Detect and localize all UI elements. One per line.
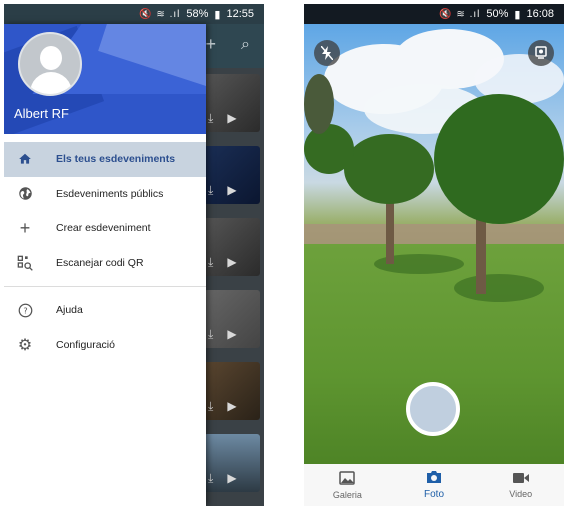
signal-icons: 🔇 ≋ .ıl [439, 8, 481, 20]
user-name: Albert RF [14, 106, 69, 121]
menu-item-label: Els teus esdeveniments [56, 153, 176, 166]
download-icon[interactable]: ⤓ [208, 255, 213, 270]
menu-item-public-events[interactable]: Esdeveniments públics [4, 177, 206, 212]
tab-label: Video [509, 489, 533, 499]
download-icon[interactable]: ⤓ [208, 111, 213, 126]
tab-label: Galeria [332, 489, 362, 500]
camera-mode-nav: Galeria Foto Video [304, 464, 564, 506]
tab-photo[interactable]: Foto [391, 464, 478, 506]
play-icon[interactable]: ▶ [227, 471, 236, 486]
left-phone-screen: 🔇 ≋ .ıl 58% ▮ 12:55 + ⌕ ⤓ ▶ ⤓ ▶ ⤓ ▶ ⤓ ▶ ⤓ ▶ ⤓… [4, 4, 264, 506]
shutter-button[interactable] [406, 382, 460, 436]
menu-item-label: Escanejar codi QR [56, 256, 144, 269]
globe-icon [16, 185, 34, 203]
status-bar: 🔇 ≋ .ıl 58% ▮ 12:55 [4, 4, 264, 24]
home-icon [16, 150, 34, 168]
camera-icon [426, 470, 442, 487]
menu-item-label: Ajuda [56, 304, 83, 317]
event-thumbnail[interactable]: ⤓ ▶ [204, 146, 260, 204]
plus-icon: + [19, 217, 31, 238]
battery-icon: ▮ [514, 8, 521, 21]
event-thumbnail[interactable]: ⤓ ▶ [204, 218, 260, 276]
menu-item-label: Configuració [56, 338, 115, 351]
camera-preview[interactable] [304, 24, 564, 464]
menu-item-label: Crear esdeveniment [56, 222, 151, 235]
download-icon[interactable]: ⤓ [208, 399, 213, 414]
status-bar: 🔇 ≋ .ıl 50% ▮ 16:08 [304, 4, 564, 24]
switch-camera-icon[interactable] [528, 40, 554, 66]
menu-item-scan-qr[interactable]: Escanejar codi QR [4, 246, 206, 281]
settings-icon: ⚙ [17, 336, 33, 354]
drawer-header: Albert RF [4, 24, 206, 134]
right-phone-screen: 🔇 ≋ .ıl 50% ▮ 16:08 Galeria Foto Video [304, 4, 564, 506]
battery-icon: ▮ [214, 8, 221, 21]
qr-scan-icon [16, 254, 34, 272]
flash-off-icon[interactable] [314, 40, 340, 66]
event-thumbnail[interactable]: ⤓ ▶ [204, 434, 260, 492]
help-icon: ? [16, 301, 34, 319]
play-icon[interactable]: ▶ [227, 399, 236, 414]
play-icon[interactable]: ▶ [227, 111, 236, 126]
video-icon [512, 471, 529, 487]
event-thumbnail[interactable]: ⤓ ▶ [204, 74, 260, 132]
drawer-menu: Els teus esdeveniments Esdeveniments púb… [4, 142, 206, 362]
avatar[interactable] [18, 32, 82, 96]
play-icon[interactable]: ▶ [227, 183, 236, 198]
play-icon[interactable]: ▶ [227, 255, 236, 270]
tab-label: Foto [424, 489, 445, 500]
menu-item-create-event[interactable]: + Crear esdeveniment [4, 211, 206, 246]
svg-text:?: ? [23, 305, 27, 315]
event-thumbnail[interactable]: ⤓ ▶ [204, 362, 260, 420]
download-icon[interactable]: ⤓ [208, 183, 213, 198]
play-icon[interactable]: ▶ [227, 327, 236, 342]
clock: 12:55 [226, 8, 254, 20]
navigation-drawer: Albert RF Els teus esdeveniments Esdeven… [4, 24, 206, 506]
battery-level: 58% [186, 8, 209, 20]
event-thumbnail[interactable]: ⤓ ▶ [204, 290, 260, 348]
signal-icons: 🔇 ≋ .ıl [139, 8, 181, 20]
search-icon[interactable]: ⌕ [241, 36, 250, 54]
tab-gallery[interactable]: Galeria [304, 464, 391, 506]
menu-item-label: Esdeveniments públics [56, 187, 164, 200]
tab-video[interactable]: Video [477, 464, 564, 506]
clock: 16:08 [526, 8, 554, 20]
menu-divider [4, 286, 206, 287]
download-icon[interactable]: ⤓ [208, 471, 213, 486]
download-icon[interactable]: ⤓ [208, 327, 213, 342]
menu-item-your-events[interactable]: Els teus esdeveniments [4, 142, 206, 177]
battery-level: 50% [486, 8, 509, 20]
gallery-icon [339, 470, 356, 488]
menu-item-settings[interactable]: ⚙ Configuració [4, 328, 206, 363]
add-icon[interactable]: + [205, 34, 216, 55]
menu-item-help[interactable]: ? Ajuda [4, 293, 206, 328]
